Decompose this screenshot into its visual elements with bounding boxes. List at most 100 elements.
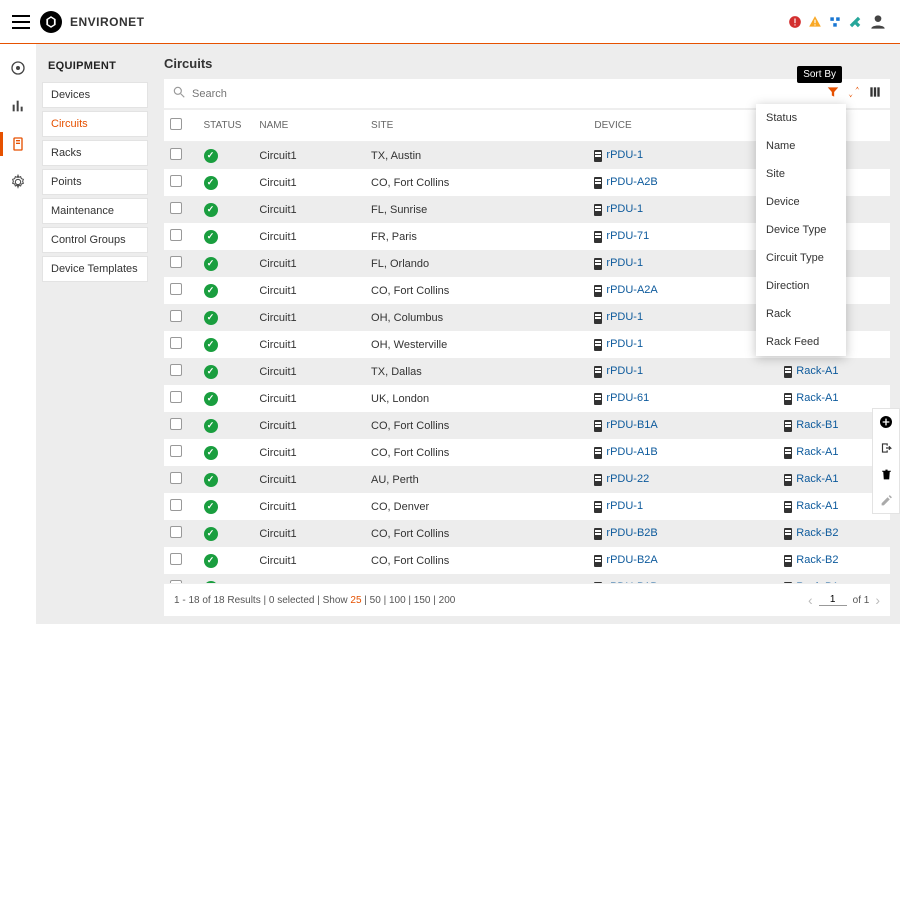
table-row[interactable]: Circuit1AU, PerthrPDU-22Rack-A1 — [164, 466, 890, 493]
rail-settings-icon[interactable] — [8, 172, 28, 192]
page-input[interactable] — [819, 594, 847, 606]
rack-link[interactable]: Rack-A1 — [796, 500, 838, 512]
sidebar-item-device-templates[interactable]: Device Templates — [42, 256, 148, 282]
sort-icon[interactable] — [846, 84, 862, 103]
sidebar-item-circuits[interactable]: Circuits — [42, 111, 148, 137]
device-link[interactable]: rPDU-B2A — [606, 554, 657, 566]
alert-warning-icon[interactable] — [808, 15, 822, 29]
sidebar-item-maintenance[interactable]: Maintenance — [42, 198, 148, 224]
filter-icon[interactable] — [826, 85, 840, 102]
row-checkbox[interactable] — [170, 553, 182, 565]
device-link[interactable]: rPDU-B2B — [606, 527, 657, 539]
row-checkbox[interactable] — [170, 202, 182, 214]
row-checkbox[interactable] — [170, 418, 182, 430]
device-link[interactable]: rPDU-22 — [606, 473, 649, 485]
device-link[interactable]: rPDU-1 — [606, 203, 643, 215]
rail-reports-icon[interactable] — [8, 96, 28, 116]
sidebar-item-racks[interactable]: Racks — [42, 140, 148, 166]
cell-name: Circuit1 — [253, 520, 365, 547]
row-checkbox[interactable] — [170, 256, 182, 268]
col-header[interactable]: DEVICE — [588, 110, 778, 142]
rack-link[interactable]: Rack-B1 — [796, 419, 838, 431]
device-link[interactable]: rPDU-71 — [606, 230, 649, 242]
sidebar-item-devices[interactable]: Devices — [42, 82, 148, 108]
sort-option-rack[interactable]: Rack — [756, 300, 846, 328]
rail-equipment-icon[interactable] — [8, 134, 28, 154]
col-header[interactable]: STATUS — [198, 110, 254, 142]
device-link[interactable]: rPDU-B1A — [606, 419, 657, 431]
sort-option-device[interactable]: Device — [756, 188, 846, 216]
table-row[interactable]: Circuit1CO, Fort CollinsrPDU-B1BRack-B1 — [164, 574, 890, 583]
row-checkbox[interactable] — [170, 445, 182, 457]
sort-option-name[interactable]: Name — [756, 132, 846, 160]
device-link[interactable]: rPDU-A1B — [606, 446, 657, 458]
cell-site: OH, Westerville — [365, 331, 588, 358]
row-checkbox[interactable] — [170, 391, 182, 403]
sort-option-rack-feed[interactable]: Rack Feed — [756, 328, 846, 356]
row-checkbox[interactable] — [170, 283, 182, 295]
menu-icon[interactable] — [12, 15, 30, 29]
device-link[interactable]: rPDU-1 — [606, 365, 643, 377]
tools-icon[interactable] — [848, 15, 862, 29]
export-icon[interactable] — [873, 435, 899, 461]
add-icon[interactable] — [873, 409, 899, 435]
table-row[interactable]: Circuit1CO, Fort CollinsrPDU-A1BRack-A1 — [164, 439, 890, 466]
row-checkbox[interactable] — [170, 310, 182, 322]
rack-link[interactable]: Rack-B2 — [796, 527, 838, 539]
search-input[interactable] — [186, 84, 820, 104]
rack-link[interactable]: Rack-A1 — [796, 473, 838, 485]
device-link[interactable]: rPDU-61 — [606, 392, 649, 404]
rack-link[interactable]: Rack-A1 — [796, 446, 838, 458]
rack-link[interactable]: Rack-B1 — [796, 581, 838, 583]
device-link[interactable]: rPDU-1 — [606, 311, 643, 323]
select-all-checkbox[interactable] — [170, 118, 182, 130]
sidebar-item-points[interactable]: Points — [42, 169, 148, 195]
table-row[interactable]: Circuit1TX, DallasrPDU-1Rack-A1 — [164, 358, 890, 385]
rack-link[interactable]: Rack-A1 — [796, 392, 838, 404]
status-ok-icon — [204, 473, 218, 487]
table-row[interactable]: Circuit1CO, Fort CollinsrPDU-B1ARack-B1 — [164, 412, 890, 439]
table-row[interactable]: Circuit1CO, Fort CollinsrPDU-B2ARack-B2 — [164, 547, 890, 574]
rack-link[interactable]: Rack-A1 — [796, 365, 838, 377]
device-link[interactable]: rPDU-A2B — [606, 176, 657, 188]
row-checkbox[interactable] — [170, 472, 182, 484]
sidebar-item-control-groups[interactable]: Control Groups — [42, 227, 148, 253]
row-checkbox[interactable] — [170, 229, 182, 241]
sort-option-device-type[interactable]: Device Type — [756, 216, 846, 244]
sort-option-direction[interactable]: Direction — [756, 272, 846, 300]
edit-icon[interactable] — [873, 487, 899, 513]
prev-page-icon[interactable]: ‹ — [808, 592, 813, 608]
device-link[interactable]: rPDU-1 — [606, 149, 643, 161]
avatar-icon[interactable] — [868, 12, 888, 32]
row-checkbox[interactable] — [170, 337, 182, 349]
col-header[interactable]: SITE — [365, 110, 588, 142]
next-page-icon[interactable]: › — [875, 592, 880, 608]
table-row[interactable]: Circuit1CO, Fort CollinsrPDU-B2BRack-B2 — [164, 520, 890, 547]
sort-option-site[interactable]: Site — [756, 160, 846, 188]
table-row[interactable]: Circuit1CO, DenverrPDU-1Rack-A1 — [164, 493, 890, 520]
row-checkbox[interactable] — [170, 526, 182, 538]
delete-icon[interactable] — [873, 461, 899, 487]
device-link[interactable]: rPDU-1 — [606, 500, 643, 512]
row-checkbox[interactable] — [170, 580, 182, 583]
sort-option-status[interactable]: Status — [756, 104, 846, 132]
row-checkbox[interactable] — [170, 175, 182, 187]
col-header[interactable]: NAME — [253, 110, 365, 142]
row-checkbox[interactable] — [170, 364, 182, 376]
columns-icon[interactable] — [868, 85, 882, 102]
status-ok-icon — [204, 392, 218, 406]
rack-link[interactable]: Rack-B2 — [796, 554, 838, 566]
sort-option-circuit-type[interactable]: Circuit Type — [756, 244, 846, 272]
device-link[interactable]: rPDU-1 — [606, 257, 643, 269]
row-checkbox[interactable] — [170, 499, 182, 511]
alert-error-icon[interactable] — [788, 15, 802, 29]
network-icon[interactable] — [828, 15, 842, 29]
device-link[interactable]: rPDU-1 — [606, 338, 643, 350]
device-link[interactable]: rPDU-B1B — [606, 581, 657, 583]
rail-dashboard-icon[interactable] — [8, 58, 28, 78]
col-header[interactable] — [164, 110, 198, 142]
row-checkbox[interactable] — [170, 148, 182, 160]
device-link[interactable]: rPDU-A2A — [606, 284, 657, 296]
table-row[interactable]: Circuit1UK, LondonrPDU-61Rack-A1 — [164, 385, 890, 412]
status-ok-icon — [204, 230, 218, 244]
